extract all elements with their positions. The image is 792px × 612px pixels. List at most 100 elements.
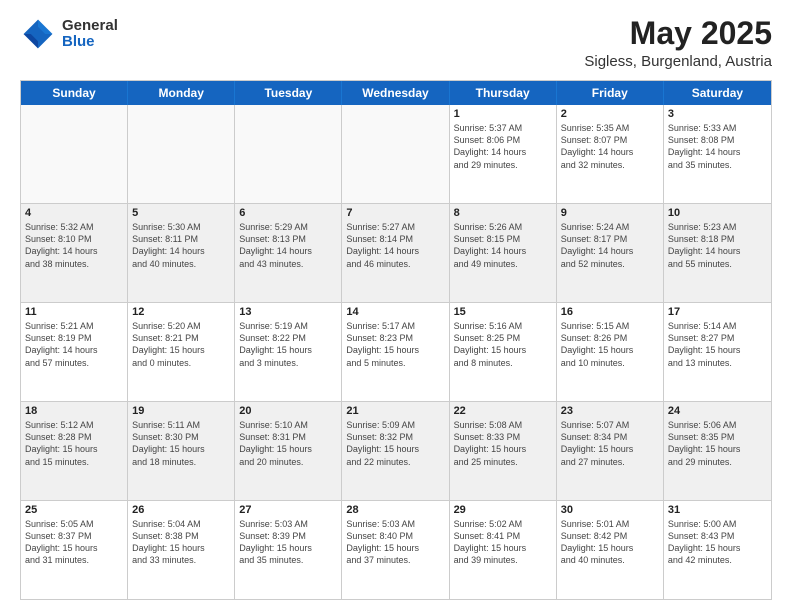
cell-info: Sunrise: 5:35 AM Sunset: 8:07 PM Dayligh… xyxy=(561,122,659,171)
calendar-cell: 3 Sunrise: 5:33 AM Sunset: 8:08 PM Daylig… xyxy=(664,105,771,203)
calendar-cell: 25 Sunrise: 5:05 AM Sunset: 8:37 PM Dayli… xyxy=(21,501,128,599)
calendar-cell: 6 Sunrise: 5:29 AM Sunset: 8:13 PM Daylig… xyxy=(235,204,342,302)
calendar-body: 1Sunrise: 5:37 AM Sunset: 8:06 PM Daylig… xyxy=(21,105,771,599)
day-number: 10 xyxy=(668,207,767,219)
day-number: 18 xyxy=(25,405,123,417)
day-header-wednesday: Wednesday xyxy=(342,81,449,105)
title-block: May 2025 Sigless, Burgenland, Austria xyxy=(584,16,772,70)
day-number: 24 xyxy=(668,405,767,417)
cell-info: Sunrise: 5:24 AM Sunset: 8:17 PM Dayligh… xyxy=(561,221,659,270)
calendar-cell: 7Sunrise: 5:27 AM Sunset: 8:14 PM Daylig… xyxy=(342,204,449,302)
calendar: SundayMondayTuesdayWednesdayThursdayFrid… xyxy=(20,80,772,600)
calendar-cell: 19 Sunrise: 5:11 AM Sunset: 8:30 PM Dayli… xyxy=(128,402,235,500)
calendar-cell: 10 Sunrise: 5:23 AM Sunset: 8:18 PM Dayli… xyxy=(664,204,771,302)
day-header-friday: Friday xyxy=(557,81,664,105)
day-number: 28 xyxy=(346,504,444,516)
calendar-cell: 26Sunrise: 5:04 AM Sunset: 8:38 PM Dayli… xyxy=(128,501,235,599)
cell-info: Sunrise: 5:04 AM Sunset: 8:38 PM Dayligh… xyxy=(132,518,230,567)
calendar-cell: 28 Sunrise: 5:03 AM Sunset: 8:40 PM Dayli… xyxy=(342,501,449,599)
cell-info: Sunrise: 5:17 AM Sunset: 8:23 PM Dayligh… xyxy=(346,320,444,369)
calendar-header: SundayMondayTuesdayWednesdayThursdayFrid… xyxy=(21,81,771,105)
calendar-row-2: 4 Sunrise: 5:32 AM Sunset: 8:10 PM Daylig… xyxy=(21,203,771,302)
cell-info: Sunrise: 5:00 AM Sunset: 8:43 PM Dayligh… xyxy=(668,518,767,567)
day-number: 4 xyxy=(25,207,123,219)
day-number: 21 xyxy=(346,405,444,417)
calendar-cell: 29 Sunrise: 5:02 AM Sunset: 8:41 PM Dayli… xyxy=(450,501,557,599)
calendar-cell: 16Sunrise: 5:15 AM Sunset: 8:26 PM Dayli… xyxy=(557,303,664,401)
calendar-cell: 30 Sunrise: 5:01 AM Sunset: 8:42 PM Dayli… xyxy=(557,501,664,599)
calendar-cell xyxy=(128,105,235,203)
location-title: Sigless, Burgenland, Austria xyxy=(584,53,772,70)
day-header-sunday: Sunday xyxy=(21,81,128,105)
calendar-cell: 27 Sunrise: 5:03 AM Sunset: 8:39 PM Dayli… xyxy=(235,501,342,599)
calendar-cell: 11 Sunrise: 5:21 AM Sunset: 8:19 PM Dayli… xyxy=(21,303,128,401)
cell-info: Sunrise: 5:30 AM Sunset: 8:11 PM Dayligh… xyxy=(132,221,230,270)
cell-info: Sunrise: 5:16 AM Sunset: 8:25 PM Dayligh… xyxy=(454,320,552,369)
day-number: 19 xyxy=(132,405,230,417)
cell-info: Sunrise: 5:19 AM Sunset: 8:22 PM Dayligh… xyxy=(239,320,337,369)
page: General Blue May 2025 Sigless, Burgenlan… xyxy=(0,0,792,612)
cell-info: Sunrise: 5:09 AM Sunset: 8:32 PM Dayligh… xyxy=(346,419,444,468)
cell-info: Sunrise: 5:20 AM Sunset: 8:21 PM Dayligh… xyxy=(132,320,230,369)
day-number: 13 xyxy=(239,306,337,318)
day-number: 29 xyxy=(454,504,552,516)
cell-info: Sunrise: 5:12 AM Sunset: 8:28 PM Dayligh… xyxy=(25,419,123,468)
calendar-cell xyxy=(21,105,128,203)
day-number: 15 xyxy=(454,306,552,318)
cell-info: Sunrise: 5:07 AM Sunset: 8:34 PM Dayligh… xyxy=(561,419,659,468)
logo-blue: Blue xyxy=(62,34,118,51)
day-number: 7 xyxy=(346,207,444,219)
logo-general: General xyxy=(62,18,118,35)
cell-info: Sunrise: 5:32 AM Sunset: 8:10 PM Dayligh… xyxy=(25,221,123,270)
cell-info: Sunrise: 5:29 AM Sunset: 8:13 PM Dayligh… xyxy=(239,221,337,270)
calendar-cell: 12 Sunrise: 5:20 AM Sunset: 8:21 PM Dayli… xyxy=(128,303,235,401)
cell-info: Sunrise: 5:06 AM Sunset: 8:35 PM Dayligh… xyxy=(668,419,767,468)
calendar-cell: 17 Sunrise: 5:14 AM Sunset: 8:27 PM Dayli… xyxy=(664,303,771,401)
day-number: 3 xyxy=(668,108,767,120)
calendar-cell: 9 Sunrise: 5:24 AM Sunset: 8:17 PM Daylig… xyxy=(557,204,664,302)
cell-info: Sunrise: 5:02 AM Sunset: 8:41 PM Dayligh… xyxy=(454,518,552,567)
calendar-row-1: 1Sunrise: 5:37 AM Sunset: 8:06 PM Daylig… xyxy=(21,105,771,203)
day-number: 9 xyxy=(561,207,659,219)
calendar-row-5: 25 Sunrise: 5:05 AM Sunset: 8:37 PM Dayli… xyxy=(21,500,771,599)
day-number: 17 xyxy=(668,306,767,318)
cell-info: Sunrise: 5:08 AM Sunset: 8:33 PM Dayligh… xyxy=(454,419,552,468)
cell-info: Sunrise: 5:11 AM Sunset: 8:30 PM Dayligh… xyxy=(132,419,230,468)
day-number: 30 xyxy=(561,504,659,516)
day-number: 2 xyxy=(561,108,659,120)
day-number: 14 xyxy=(346,306,444,318)
day-header-tuesday: Tuesday xyxy=(235,81,342,105)
day-number: 25 xyxy=(25,504,123,516)
calendar-cell: 20Sunrise: 5:10 AM Sunset: 8:31 PM Dayli… xyxy=(235,402,342,500)
logo: General Blue xyxy=(20,16,118,52)
cell-info: Sunrise: 5:01 AM Sunset: 8:42 PM Dayligh… xyxy=(561,518,659,567)
cell-info: Sunrise: 5:03 AM Sunset: 8:40 PM Dayligh… xyxy=(346,518,444,567)
day-number: 27 xyxy=(239,504,337,516)
calendar-row-3: 11 Sunrise: 5:21 AM Sunset: 8:19 PM Dayli… xyxy=(21,302,771,401)
day-number: 31 xyxy=(668,504,767,516)
day-number: 6 xyxy=(239,207,337,219)
cell-info: Sunrise: 5:03 AM Sunset: 8:39 PM Dayligh… xyxy=(239,518,337,567)
logo-text: General Blue xyxy=(62,18,118,51)
day-header-saturday: Saturday xyxy=(664,81,771,105)
day-header-thursday: Thursday xyxy=(450,81,557,105)
calendar-cell: 24 Sunrise: 5:06 AM Sunset: 8:35 PM Dayli… xyxy=(664,402,771,500)
cell-info: Sunrise: 5:10 AM Sunset: 8:31 PM Dayligh… xyxy=(239,419,337,468)
day-number: 8 xyxy=(454,207,552,219)
cell-info: Sunrise: 5:23 AM Sunset: 8:18 PM Dayligh… xyxy=(668,221,767,270)
cell-info: Sunrise: 5:14 AM Sunset: 8:27 PM Dayligh… xyxy=(668,320,767,369)
cell-info: Sunrise: 5:33 AM Sunset: 8:08 PM Dayligh… xyxy=(668,122,767,171)
cell-info: Sunrise: 5:21 AM Sunset: 8:19 PM Dayligh… xyxy=(25,320,123,369)
calendar-cell: 14 Sunrise: 5:17 AM Sunset: 8:23 PM Dayli… xyxy=(342,303,449,401)
calendar-row-4: 18 Sunrise: 5:12 AM Sunset: 8:28 PM Dayli… xyxy=(21,401,771,500)
cell-info: Sunrise: 5:37 AM Sunset: 8:06 PM Dayligh… xyxy=(454,122,552,171)
header: General Blue May 2025 Sigless, Burgenlan… xyxy=(20,16,772,70)
day-number: 11 xyxy=(25,306,123,318)
calendar-cell: 4 Sunrise: 5:32 AM Sunset: 8:10 PM Daylig… xyxy=(21,204,128,302)
cell-info: Sunrise: 5:05 AM Sunset: 8:37 PM Dayligh… xyxy=(25,518,123,567)
cell-info: Sunrise: 5:15 AM Sunset: 8:26 PM Dayligh… xyxy=(561,320,659,369)
day-number: 22 xyxy=(454,405,552,417)
day-number: 12 xyxy=(132,306,230,318)
calendar-cell: 31 Sunrise: 5:00 AM Sunset: 8:43 PM Dayli… xyxy=(664,501,771,599)
day-header-monday: Monday xyxy=(128,81,235,105)
